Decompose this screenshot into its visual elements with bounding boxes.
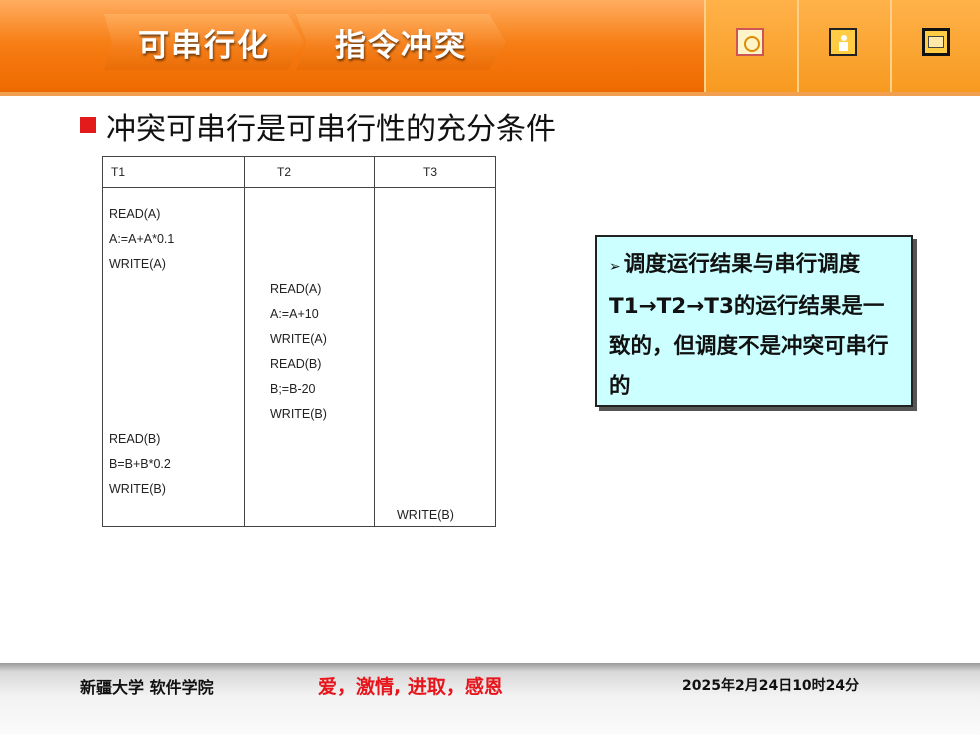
callout-body: 调度运行结果与串行调度T1→T2→T3的运行结果是一致的，但调度不是冲突可串行的 [609, 252, 889, 399]
home-button[interactable] [704, 0, 797, 92]
callout-box: ➢ 调度运行结果与串行调度T1→T2→T3的运行结果是一致的，但调度不是冲突可串行… [595, 235, 913, 407]
breadcrumb-serializability[interactable]: 可串行化 [104, 14, 304, 70]
footer-school: 新疆大学 软件学院 [80, 678, 214, 697]
slide-heading: 冲突可串行是可串行性的充分条件 [106, 112, 556, 147]
footer-motto: 爱，激情, 进取，感恩 [318, 676, 503, 698]
t2-op: A:=A+10 [270, 307, 319, 321]
column-header-t3: T3 [423, 165, 438, 179]
mail-button[interactable] [890, 0, 980, 92]
t2-op: B;=B-20 [270, 382, 316, 396]
person-icon [829, 28, 857, 56]
t2-op: READ(B) [270, 357, 322, 371]
arrow-bullet-icon: ➢ [609, 259, 621, 275]
column-header-t1: T1 [111, 165, 126, 179]
header-divider [0, 92, 980, 96]
home-icon [736, 28, 764, 56]
footer-date: 2025年2月24日10时24分 [682, 678, 860, 694]
t2-op: WRITE(A) [270, 332, 327, 346]
bullet-square [80, 117, 96, 133]
t2-op: READ(A) [270, 282, 322, 296]
schedule-table: T1 T2 T3 READ(A) A:=A+A*0.1 WRITE(A) REA… [102, 156, 496, 527]
t1-op: A:=A+A*0.1 [109, 232, 175, 246]
callout-text: ➢ 调度运行结果与串行调度T1→T2→T3的运行结果是一致的，但调度不是冲突可串行… [609, 245, 901, 407]
column-divider [374, 157, 375, 526]
t1-op: READ(B) [109, 432, 161, 446]
t1-op: WRITE(A) [109, 257, 166, 271]
t3-op: WRITE(B) [397, 508, 454, 522]
breadcrumb-label: 指令冲突 [335, 27, 467, 64]
column-header-t2: T2 [277, 165, 292, 179]
person-button[interactable] [797, 0, 890, 92]
t1-op: READ(A) [109, 207, 161, 221]
column-divider [244, 157, 245, 526]
mail-icon [922, 28, 950, 56]
breadcrumb-instruction-conflict[interactable]: 指令冲突 [296, 14, 506, 70]
t2-op: WRITE(B) [270, 407, 327, 421]
breadcrumb-label: 可串行化 [138, 27, 270, 64]
t1-op: WRITE(B) [109, 482, 166, 496]
t1-op: B=B+B*0.2 [109, 457, 171, 471]
